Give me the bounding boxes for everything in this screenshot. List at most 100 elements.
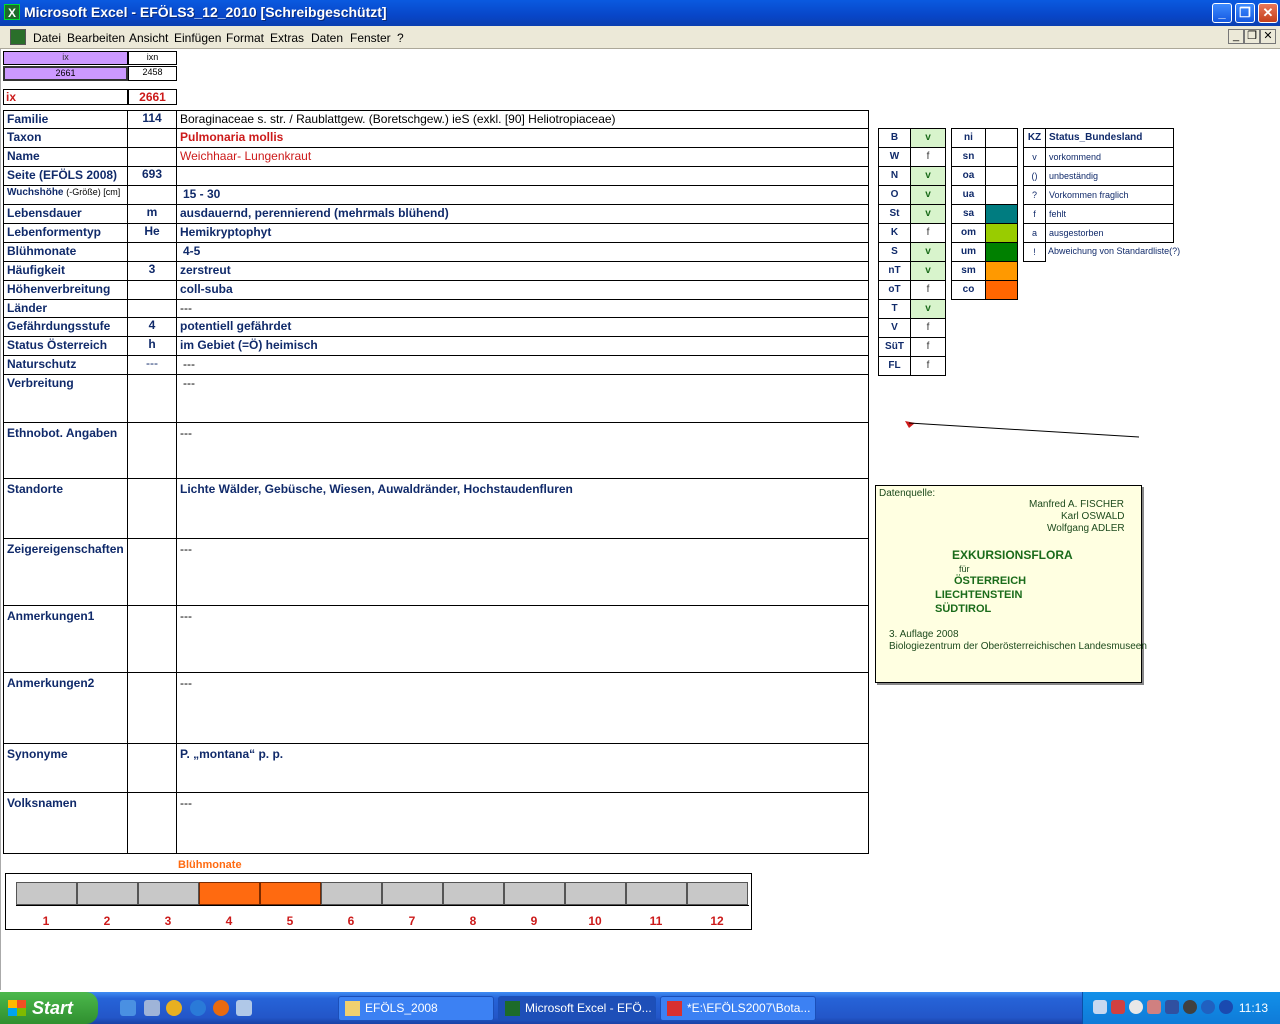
ix-value-cell[interactable]: 2661 <box>3 66 128 81</box>
region-status-cell[interactable]: f <box>910 147 946 167</box>
label-lebensdauer[interactable]: Lebensdauer <box>3 204 128 224</box>
label-verbreitung[interactable]: Verbreitung <box>3 374 128 423</box>
code-naturschutz[interactable]: --- <box>127 355 177 375</box>
legend-status-header[interactable]: Status_Bundesland <box>1045 128 1174 148</box>
code-gefaehrdungsstufe[interactable]: 4 <box>127 317 177 337</box>
close-button[interactable]: ✕ <box>1258 3 1278 23</box>
zone-color-swatch[interactable] <box>985 223 1018 243</box>
label-status-oesterreich[interactable]: Status Österreich <box>3 336 128 356</box>
region-status-cell[interactable]: v <box>910 204 946 224</box>
search-icon[interactable] <box>1129 1000 1143 1014</box>
code-bluehmonate[interactable] <box>127 242 177 262</box>
legend-status-cell[interactable]: ausgestorben <box>1045 223 1174 243</box>
ix-label-cell[interactable]: ix <box>3 89 128 105</box>
quicklaunch-browser-icon[interactable] <box>190 1000 206 1016</box>
region-status-cell[interactable]: f <box>910 337 946 357</box>
region-code-cell[interactable]: St <box>878 204 911 224</box>
label-laender[interactable]: Länder <box>3 299 128 318</box>
label-synonyme[interactable]: Synonyme <box>3 743 128 793</box>
update-icon[interactable] <box>1201 1000 1215 1014</box>
value-naturschutz[interactable]: --- <box>176 355 869 375</box>
menu-help[interactable]: ? <box>397 31 404 45</box>
code-status-oesterreich[interactable]: h <box>127 336 177 356</box>
label-gefaehrdungsstufe[interactable]: Gefährdungsstufe <box>3 317 128 337</box>
zone-code-cell[interactable]: um <box>951 242 986 262</box>
region-status-cell[interactable]: v <box>910 166 946 186</box>
label-ethnobot[interactable]: Ethnobot. Angaben <box>3 422 128 479</box>
region-status-cell[interactable]: v <box>910 185 946 205</box>
ixn-header-cell[interactable]: ixn <box>128 51 177 65</box>
legend-kz-cell[interactable]: v <box>1023 147 1046 167</box>
region-code-cell[interactable]: O <box>878 185 911 205</box>
legend-kz-cell[interactable]: ? <box>1023 185 1046 205</box>
zone-code-cell[interactable]: om <box>951 223 986 243</box>
value-lebensdauer[interactable]: ausdauernd, perennierend (mehrmals blühe… <box>176 204 869 224</box>
label-hoehenverbreitung[interactable]: Höhenverbreitung <box>3 280 128 300</box>
region-code-cell[interactable]: S <box>878 242 911 262</box>
value-name[interactable]: Weichhaar- Lungenkraut <box>176 147 869 167</box>
menu-einfuegen[interactable]: Einfügen <box>174 31 221 45</box>
label-haeufigkeit[interactable]: Häufigkeit <box>3 261 128 281</box>
label-naturschutz[interactable]: Naturschutz <box>3 355 128 375</box>
code-volksnamen[interactable] <box>127 792 177 854</box>
region-code-cell[interactable]: nT <box>878 261 911 281</box>
label-lebenformentyp[interactable]: Lebenformentyp <box>3 223 128 243</box>
legend-status-cell[interactable]: vorkommend <box>1045 147 1174 167</box>
menu-fenster[interactable]: Fenster <box>350 31 391 45</box>
quicklaunch-app-icon[interactable] <box>236 1000 252 1016</box>
ixn-value-cell[interactable]: 2458 <box>128 66 177 81</box>
label-volksnamen[interactable]: Volksnamen <box>3 792 128 854</box>
zone-color-swatch[interactable] <box>985 185 1018 205</box>
legend-kz-cell[interactable]: ! <box>1023 242 1046 262</box>
shield-icon[interactable] <box>1165 1000 1179 1014</box>
code-wuchshoehe[interactable] <box>127 185 177 205</box>
region-status-cell[interactable]: f <box>910 223 946 243</box>
code-lebenformentyp[interactable]: He <box>127 223 177 243</box>
bloom-month-chart[interactable]: 1 2 3 4 5 6 7 8 9 10 11 12 <box>5 873 752 930</box>
value-haeufigkeit[interactable]: zerstreut <box>176 261 869 281</box>
region-code-cell[interactable]: T <box>878 299 911 319</box>
doc-minimize-button[interactable]: _ <box>1228 29 1244 44</box>
zone-color-swatch[interactable] <box>985 261 1018 281</box>
zone-code-cell[interactable]: oa <box>951 166 986 186</box>
legend-kz-cell[interactable]: () <box>1023 166 1046 186</box>
label-anmerkungen2[interactable]: Anmerkungen2 <box>3 672 128 744</box>
menu-datei[interactable]: Datei <box>33 31 61 45</box>
value-anmerkungen2[interactable]: --- <box>176 672 869 744</box>
region-code-cell[interactable]: SüT <box>878 337 911 357</box>
source-comment-box[interactable]: Datenquelle: Manfred A. FISCHER Karl OSW… <box>875 485 1147 683</box>
zone-color-swatch[interactable] <box>985 280 1018 300</box>
menu-ansicht[interactable]: Ansicht <box>129 31 168 45</box>
start-button[interactable]: Start <box>0 992 98 1024</box>
value-taxon[interactable]: Pulmonaria mollis <box>176 128 869 148</box>
label-zeigereigenschaften[interactable]: Zeigereigenschaften <box>3 538 128 606</box>
code-hoehenverbreitung[interactable] <box>127 280 177 300</box>
legend-kz-header[interactable]: KZ <box>1023 128 1046 148</box>
task-efoels-folder[interactable]: EFÖLS_2008 <box>338 996 494 1021</box>
region-code-cell[interactable]: K <box>878 223 911 243</box>
code-verbreitung[interactable] <box>127 374 177 423</box>
quicklaunch-firefox-icon[interactable] <box>213 1000 229 1016</box>
legend-status-cell[interactable]: Vorkommen fraglich <box>1045 185 1174 205</box>
zone-code-cell[interactable]: ni <box>951 128 986 148</box>
region-status-cell[interactable]: v <box>910 242 946 262</box>
label-seite[interactable]: Seite (EFÖLS 2008) <box>3 166 128 186</box>
zone-color-swatch[interactable] <box>985 166 1018 186</box>
value-familie[interactable]: Boraginaceae s. str. / Raublattgew. (Bor… <box>176 110 869 129</box>
region-status-cell[interactable]: f <box>910 280 946 300</box>
quicklaunch-media-icon[interactable] <box>166 1000 182 1016</box>
zone-color-swatch[interactable] <box>985 128 1018 148</box>
value-ethnobot[interactable]: --- <box>176 422 869 479</box>
ix-header-cell[interactable]: ix <box>3 51 128 65</box>
zone-code-cell[interactable]: sm <box>951 261 986 281</box>
value-gefaehrdungsstufe[interactable]: potentiell gefährdet <box>176 317 869 337</box>
value-seite[interactable] <box>176 166 869 186</box>
code-standorte[interactable] <box>127 478 177 539</box>
region-code-cell[interactable]: oT <box>878 280 911 300</box>
code-synonyme[interactable] <box>127 743 177 793</box>
value-hoehenverbreitung[interactable]: coll-suba <box>176 280 869 300</box>
code-ethnobot[interactable] <box>127 422 177 479</box>
value-bluehmonate[interactable]: 4-5 <box>176 242 869 262</box>
legend-kz-cell[interactable]: a <box>1023 223 1046 243</box>
code-anmerkungen1[interactable] <box>127 605 177 673</box>
